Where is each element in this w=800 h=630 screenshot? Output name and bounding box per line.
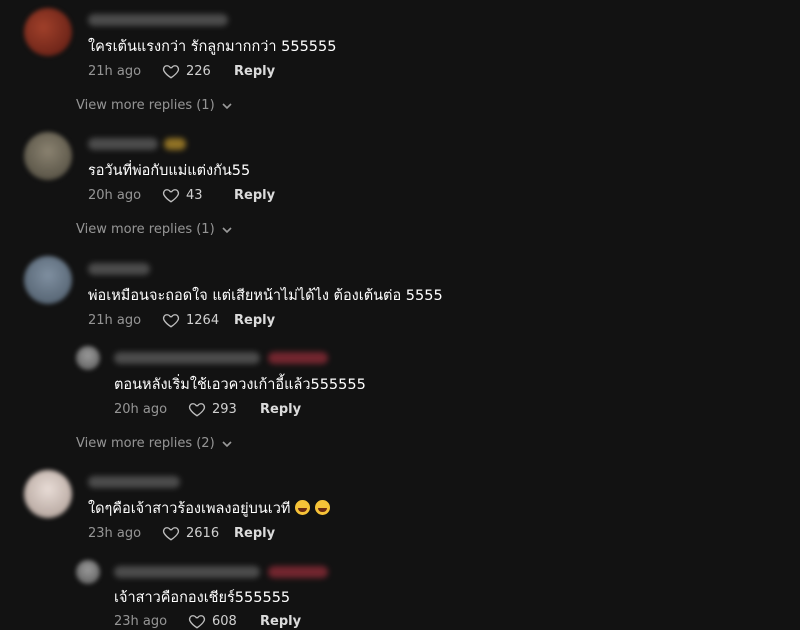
like-button[interactable]: 1264: [162, 311, 234, 329]
like-count: 226: [186, 63, 211, 79]
view-more-replies-button[interactable]: View more replies (2): [76, 436, 233, 451]
username-blurred[interactable]: [88, 476, 180, 488]
username-blurred[interactable]: [114, 566, 260, 578]
username-emoji-blurred: [164, 138, 186, 150]
chevron-down-icon: [222, 102, 232, 109]
reply-button[interactable]: Reply: [234, 188, 275, 203]
heart-outline-icon: [162, 189, 180, 203]
creator-badge-blurred: [268, 566, 328, 578]
comment-meta: 21h ago 1264 Reply: [88, 311, 275, 329]
heart-outline-icon: [162, 527, 180, 541]
like-count: 1264: [186, 312, 220, 328]
view-more-label: View more replies (2): [76, 436, 215, 451]
like-button[interactable]: 608: [188, 612, 260, 630]
username-blurred[interactable]: [88, 138, 158, 150]
like-button[interactable]: 43: [162, 186, 234, 204]
comment-time: 21h ago: [88, 312, 142, 328]
reply-button[interactable]: Reply: [260, 614, 301, 629]
comment-text: พ่อเหมือนจะถอดใจ แต่เสียหน้าไม่ได้ไง ต้อ…: [88, 288, 443, 304]
reply-button[interactable]: Reply: [260, 402, 301, 417]
avatar[interactable]: [76, 346, 100, 370]
heart-outline-icon: [162, 65, 180, 79]
reply-time: 23h ago: [114, 613, 168, 629]
heart-outline-icon: [188, 403, 206, 417]
view-more-label: View more replies (1): [76, 222, 215, 237]
avatar[interactable]: [24, 8, 72, 56]
like-button[interactable]: 293: [188, 400, 260, 418]
comment-text: ใดๆคือเจ้าสาวร้องเพลงอยู่บนเวที: [88, 497, 331, 520]
reply-button[interactable]: Reply: [234, 526, 275, 541]
like-count: 43: [186, 187, 203, 203]
comment-meta: 20h ago 43 Reply: [88, 186, 275, 204]
reply-meta: 23h ago 608 Reply: [114, 612, 301, 630]
comment-text: ใครเต้นแรงกว่า รักลูกมากกว่า 555555: [88, 39, 337, 55]
reply-button[interactable]: Reply: [234, 64, 275, 79]
face-with-tears-of-joy-icon: [295, 500, 311, 515]
view-more-label: View more replies (1): [76, 98, 215, 113]
comment-meta: 23h ago 2616 Reply: [88, 524, 275, 542]
comment-meta: 21h ago 226 Reply: [88, 62, 275, 80]
face-with-tears-of-joy-icon: [315, 500, 331, 515]
avatar[interactable]: [76, 560, 100, 584]
comment-time: 23h ago: [88, 525, 142, 541]
username-blurred[interactable]: [88, 14, 228, 26]
reply-text: เจ้าสาวคือกองเชียร์555555: [114, 590, 291, 606]
comment-time: 21h ago: [88, 63, 142, 79]
reply-time: 20h ago: [114, 401, 168, 417]
like-count: 608: [212, 613, 237, 629]
username-blurred[interactable]: [114, 352, 260, 364]
heart-outline-icon: [162, 314, 180, 328]
reply-meta: 20h ago 293 Reply: [114, 400, 301, 418]
like-count: 293: [212, 401, 237, 417]
heart-outline-icon: [188, 615, 206, 629]
creator-badge-blurred: [268, 352, 328, 364]
chevron-down-icon: [222, 226, 232, 233]
username-blurred[interactable]: [88, 263, 150, 275]
like-button[interactable]: 226: [162, 62, 234, 80]
comment-text: รอวันที่พ่อกับแม่แต่งกัน55: [88, 163, 251, 179]
chevron-down-icon: [222, 440, 232, 447]
comment-text-body: ใดๆคือเจ้าสาวร้องเพลงอยู่บนเวที: [88, 501, 291, 517]
avatar[interactable]: [24, 470, 72, 518]
like-button[interactable]: 2616: [162, 524, 234, 542]
avatar[interactable]: [24, 132, 72, 180]
view-more-replies-button[interactable]: View more replies (1): [76, 98, 233, 113]
view-more-replies-button[interactable]: View more replies (1): [76, 222, 233, 237]
reply-button[interactable]: Reply: [234, 313, 275, 328]
avatar[interactable]: [24, 256, 72, 304]
like-count: 2616: [186, 525, 220, 541]
comment-time: 20h ago: [88, 187, 142, 203]
reply-text: ตอนหลังเริ่มใช้เอวควงเก้าอี้แล้ว555555: [114, 377, 366, 393]
